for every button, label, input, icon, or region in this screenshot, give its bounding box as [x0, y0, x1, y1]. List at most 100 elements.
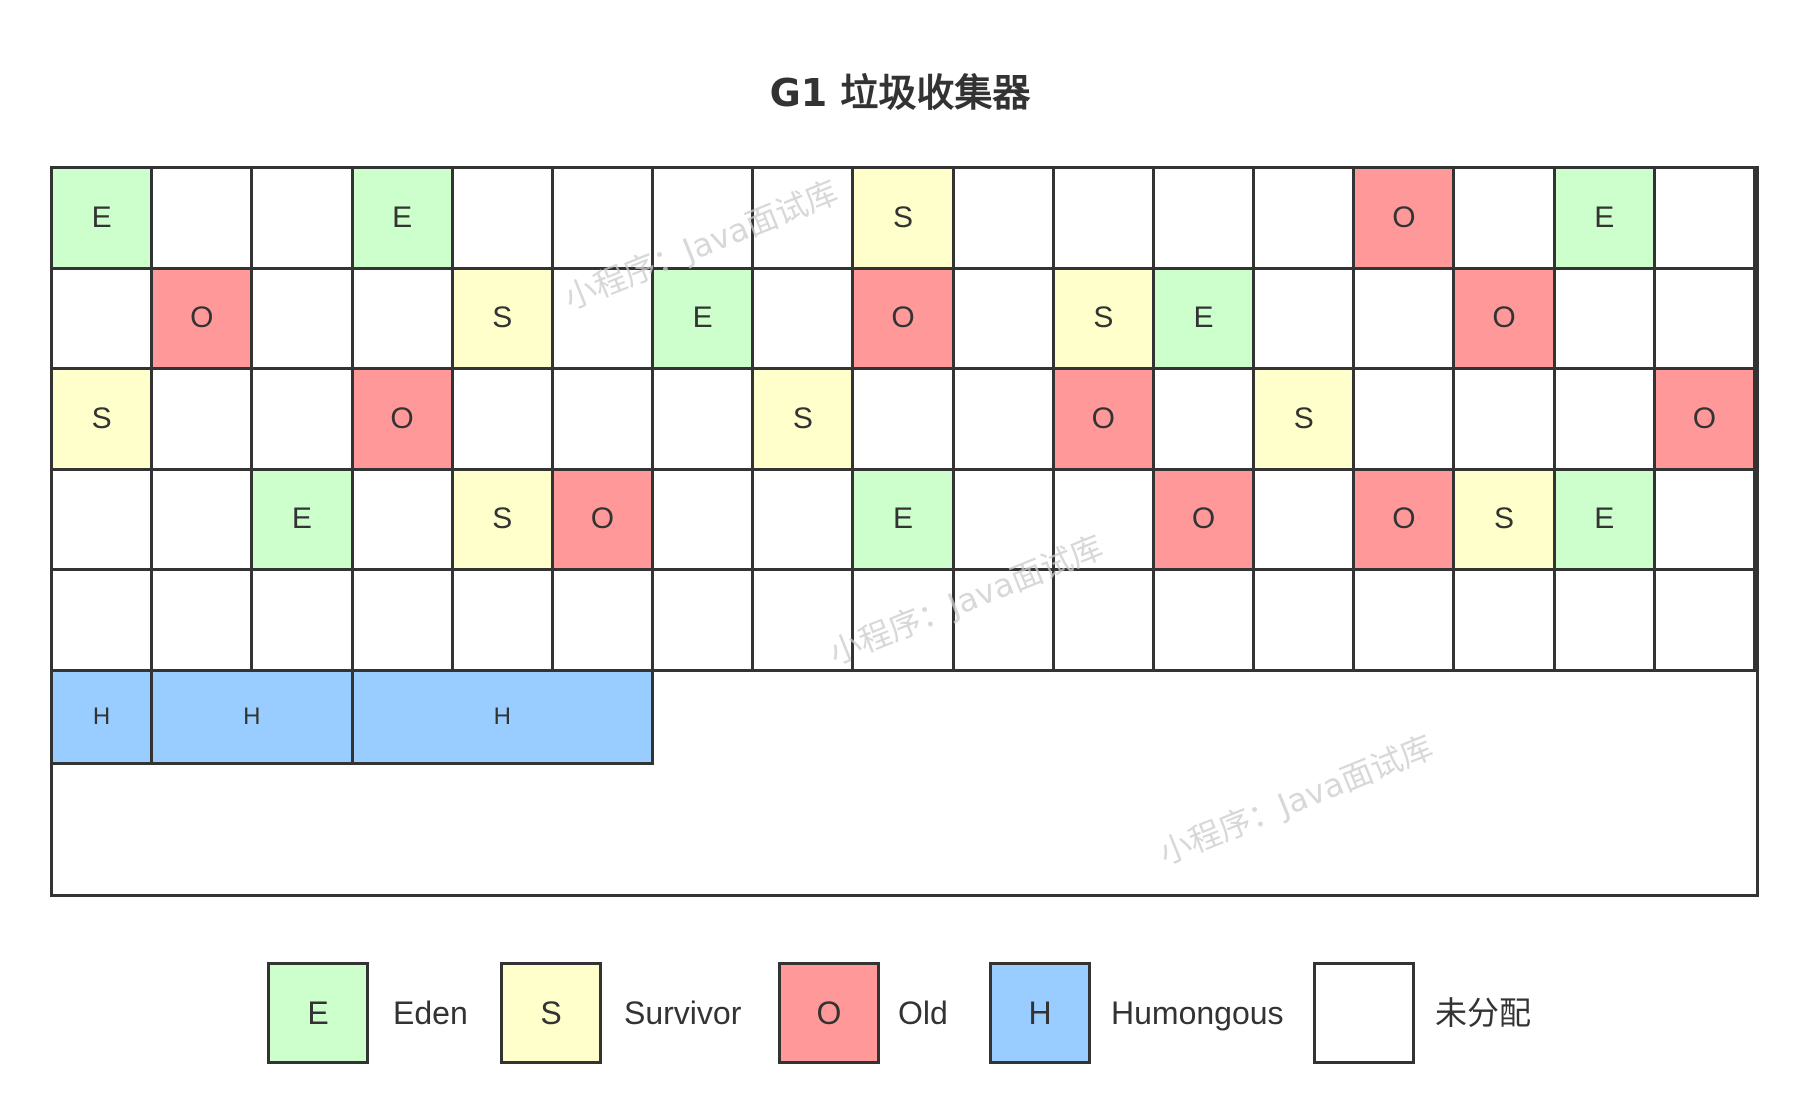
legend-swatch-unallocated [1313, 962, 1415, 1064]
region-unallocated [350, 266, 454, 370]
region-o: O [1352, 467, 1456, 571]
region-s: S [450, 266, 554, 370]
region-unallocated [250, 568, 354, 672]
region-unallocated [550, 166, 655, 270]
region-unallocated [450, 166, 554, 270]
legend-swatch-h: H [989, 962, 1091, 1064]
region-unallocated [1252, 467, 1356, 571]
legend-label: Old [898, 995, 948, 1031]
legend-swatch-s: S [500, 962, 602, 1064]
region-s: S [50, 367, 154, 471]
region-unallocated [350, 467, 454, 571]
diagram-title: G1 垃圾收集器 [769, 71, 1031, 115]
region-unallocated [450, 568, 554, 672]
region-s: S [1252, 367, 1356, 471]
legend-label: Humongous [1111, 995, 1284, 1031]
region-unallocated [951, 266, 1055, 370]
region-o: O [1652, 367, 1756, 471]
region-unallocated [250, 367, 354, 471]
region-unallocated [150, 568, 254, 672]
region-e: E [50, 166, 154, 270]
region-e: E [1552, 166, 1656, 270]
region-unallocated [1452, 367, 1556, 471]
region-o: O [550, 467, 655, 571]
region-unallocated [1552, 367, 1656, 471]
heap-region-grid: EESOEOSEOSEOSOSOSOESOEOOSEHHH [50, 166, 1759, 897]
region-unallocated [951, 367, 1055, 471]
region-unallocated [150, 367, 254, 471]
region-unallocated [1151, 166, 1256, 270]
region-unallocated [1652, 467, 1756, 571]
region-unallocated [250, 166, 354, 270]
region-unallocated [550, 367, 655, 471]
region-unallocated [951, 467, 1055, 571]
region-s: S [851, 166, 955, 270]
region-unallocated [851, 568, 955, 672]
region-unallocated [250, 266, 354, 370]
region-o: O [1452, 266, 1556, 370]
region-humongous: H [350, 668, 655, 765]
region-unallocated [751, 568, 855, 672]
region-unallocated [350, 568, 454, 672]
region-unallocated [1652, 266, 1756, 370]
legend-label: Survivor [624, 995, 742, 1031]
region-s: S [751, 367, 855, 471]
region-unallocated [550, 266, 655, 370]
region-unallocated [1051, 467, 1155, 571]
region-unallocated [450, 367, 554, 471]
region-unallocated [1151, 568, 1256, 672]
region-o: O [1051, 367, 1155, 471]
region-unallocated [651, 467, 755, 571]
region-e: E [651, 266, 755, 370]
region-unallocated [1151, 367, 1256, 471]
region-humongous: H [50, 668, 154, 765]
region-unallocated [951, 568, 1055, 672]
region-unallocated [150, 166, 254, 270]
region-unallocated [1452, 568, 1556, 672]
region-unallocated [50, 467, 154, 571]
region-unallocated [851, 367, 955, 471]
region-unallocated [1452, 166, 1556, 270]
region-o: O [350, 367, 454, 471]
region-e: E [350, 166, 454, 270]
region-e: E [250, 467, 354, 571]
region-s: S [1452, 467, 1556, 571]
region-unallocated [1252, 266, 1356, 370]
region-humongous: H [150, 668, 354, 765]
region-unallocated [1352, 568, 1456, 672]
region-unallocated [150, 467, 254, 571]
region-s: S [1051, 266, 1155, 370]
region-o: O [1151, 467, 1256, 571]
region-o: O [1352, 166, 1456, 270]
region-unallocated [651, 367, 755, 471]
region-s: S [450, 467, 554, 571]
region-unallocated [751, 166, 855, 270]
region-unallocated [50, 568, 154, 672]
region-unallocated [1352, 266, 1456, 370]
region-unallocated [550, 568, 655, 672]
legend-swatch-o: O [778, 962, 880, 1064]
region-o: O [150, 266, 254, 370]
region-unallocated [751, 266, 855, 370]
region-unallocated [50, 266, 154, 370]
region-e: E [1552, 467, 1656, 571]
region-unallocated [1652, 166, 1756, 270]
region-e: E [851, 467, 955, 571]
region-unallocated [1252, 568, 1356, 672]
region-unallocated [1252, 166, 1356, 270]
region-unallocated [1552, 266, 1656, 370]
region-unallocated [1352, 367, 1456, 471]
region-unallocated [651, 166, 755, 270]
region-unallocated [1051, 568, 1155, 672]
region-unallocated [751, 467, 855, 571]
region-unallocated [1051, 166, 1155, 270]
region-unallocated [1552, 568, 1656, 672]
legend-label: 未分配 [1435, 995, 1532, 1031]
region-unallocated [1652, 568, 1756, 672]
region-unallocated [951, 166, 1055, 270]
legend-swatch-e: E [267, 962, 369, 1064]
legend-label: Eden [393, 995, 468, 1031]
region-unallocated [651, 568, 755, 672]
region-e: E [1151, 266, 1256, 370]
region-o: O [851, 266, 955, 370]
